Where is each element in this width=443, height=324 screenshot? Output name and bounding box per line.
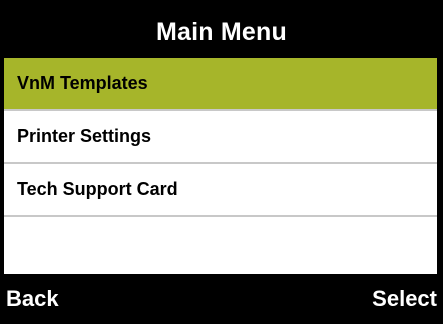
header-bar: Main Menu: [0, 0, 443, 58]
menu-item-tech-support-card[interactable]: Tech Support Card: [4, 164, 437, 217]
menu-item-vnm-templates[interactable]: VnM Templates: [4, 58, 437, 111]
menu-item-label: Printer Settings: [17, 126, 152, 146]
softkey-bar: Back Select: [0, 274, 443, 324]
menu-list: VnM Templates Printer Settings Tech Supp…: [4, 58, 437, 274]
page-title: Main Menu: [156, 17, 287, 46]
back-button[interactable]: Back: [6, 286, 59, 312]
menu-item-printer-settings[interactable]: Printer Settings: [4, 111, 437, 164]
select-button[interactable]: Select: [372, 286, 437, 312]
menu-item-label: Tech Support Card: [17, 179, 178, 199]
menu-item-label: VnM Templates: [17, 73, 148, 93]
